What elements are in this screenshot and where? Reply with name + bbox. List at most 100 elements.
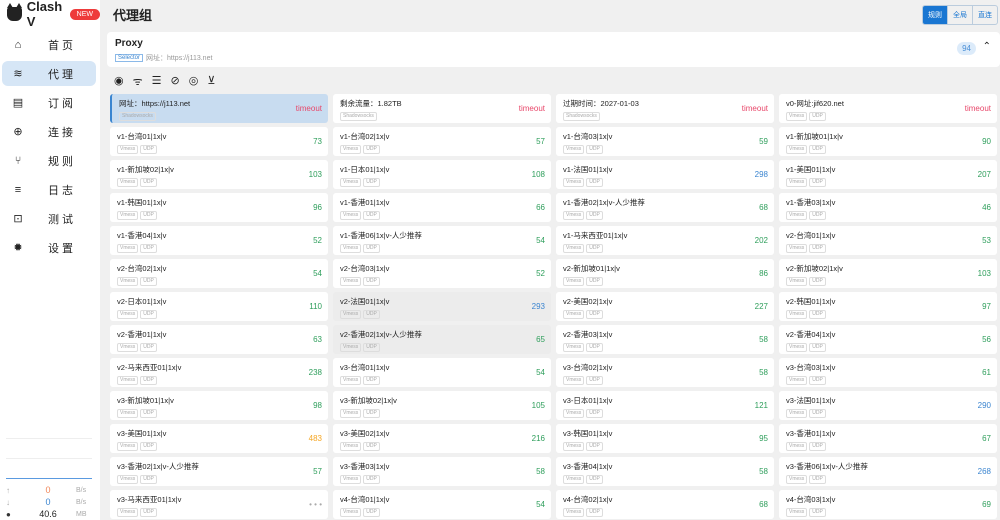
proxy-card[interactable]: v3-香港01|1x|v Vmess UDP 67 xyxy=(779,424,997,453)
proxy-card[interactable]: v1-马来西亚01|1x|v Vmess UDP 202 xyxy=(556,226,774,255)
proxy-delay[interactable]: 97 xyxy=(982,302,991,311)
proxy-card[interactable]: v1-香港06|1x|v-人少推荐 Vmess UDP 54 xyxy=(333,226,551,255)
proxy-card[interactable]: v2-韩国01|1x|v Vmess UDP 97 xyxy=(779,292,997,321)
proxy-delay[interactable]: 53 xyxy=(982,236,991,245)
proxy-delay[interactable]: 52 xyxy=(536,269,545,278)
proxy-card[interactable]: v1-日本01|1x|v Vmess UDP 108 xyxy=(333,160,551,189)
proxy-card[interactable]: v3-香港06|1x|v-人少推荐 Vmess UDP 268 xyxy=(779,457,997,486)
proxy-card[interactable]: v4-台湾02|1x|v Vmess UDP 68 xyxy=(556,490,774,519)
proxy-card[interactable]: v4-台湾01|1x|v Vmess UDP 54 xyxy=(333,490,551,519)
proxy-card[interactable]: v3-新加坡01|1x|v Vmess UDP 98 xyxy=(110,391,328,420)
proxy-delay[interactable]: 61 xyxy=(982,368,991,377)
proxy-delay[interactable]: 90 xyxy=(982,137,991,146)
proxy-delay[interactable]: 268 xyxy=(978,467,991,476)
mode-direct-button[interactable]: 直连 xyxy=(972,6,997,24)
proxy-delay[interactable]: • • • xyxy=(309,500,322,509)
proxy-card[interactable]: v2-美国02|1x|v Vmess UDP 227 xyxy=(556,292,774,321)
proxy-delay[interactable]: 65 xyxy=(536,335,545,344)
proxy-delay[interactable]: timeout xyxy=(742,104,768,113)
proxy-delay[interactable]: 57 xyxy=(313,467,322,476)
no-signal-icon[interactable]: ⊘ xyxy=(171,74,180,89)
proxy-delay[interactable]: 63 xyxy=(313,335,322,344)
proxy-card[interactable]: v3-新加坡02|1x|v Vmess UDP 105 xyxy=(333,391,551,420)
proxy-delay[interactable]: 58 xyxy=(759,368,768,377)
proxy-delay[interactable]: timeout xyxy=(519,104,545,113)
proxy-delay[interactable]: 207 xyxy=(978,170,991,179)
proxy-card[interactable]: v3-台湾02|1x|v Vmess UDP 58 xyxy=(556,358,774,387)
proxy-card[interactable]: v1-新加坡01|1x|v Vmess UDP 90 xyxy=(779,127,997,156)
proxy-card[interactable]: v2-香港01|1x|v Vmess UDP 63 xyxy=(110,325,328,354)
proxy-delay[interactable]: 483 xyxy=(309,434,322,443)
proxy-card[interactable]: v2-新加坡01|1x|v Vmess UDP 86 xyxy=(556,259,774,288)
proxy-card[interactable]: v2-台湾01|1x|v Vmess UDP 53 xyxy=(779,226,997,255)
proxy-card[interactable]: v3-法国01|1x|v Vmess UDP 290 xyxy=(779,391,997,420)
proxy-card[interactable]: v4-台湾03|1x|v Vmess UDP 69 xyxy=(779,490,997,519)
proxy-delay[interactable]: 54 xyxy=(536,236,545,245)
proxy-delay[interactable]: 108 xyxy=(532,170,545,179)
proxy-delay[interactable]: 73 xyxy=(313,137,322,146)
proxy-delay[interactable]: 54 xyxy=(536,500,545,509)
proxy-delay[interactable]: 58 xyxy=(759,335,768,344)
proxy-delay[interactable]: 290 xyxy=(978,401,991,410)
mode-global-button[interactable]: 全局 xyxy=(947,6,972,24)
proxy-delay[interactable]: 110 xyxy=(309,302,322,311)
proxy-card[interactable]: v0-网址:jif620.net Vmess UDP timeout xyxy=(779,94,997,123)
proxy-card[interactable]: v1-香港01|1x|v Vmess UDP 66 xyxy=(333,193,551,222)
proxy-delay[interactable]: 46 xyxy=(982,203,991,212)
eye-icon[interactable]: ◎ xyxy=(189,74,199,89)
sort-icon[interactable]: ☰ xyxy=(152,74,162,89)
proxy-delay[interactable]: 96 xyxy=(313,203,322,212)
sidebar-item-6[interactable]: ⊡ 测试 xyxy=(2,206,96,231)
proxy-delay[interactable]: 98 xyxy=(313,401,322,410)
proxy-card[interactable]: 剩余流量：1.82TB Shadowsocks timeout xyxy=(333,94,551,123)
proxy-card[interactable]: 网址：https://j113.net Shadowsocks timeout xyxy=(110,94,328,123)
proxy-card[interactable]: v1-香港04|1x|v Vmess UDP 52 xyxy=(110,226,328,255)
proxy-delay[interactable]: 66 xyxy=(536,203,545,212)
proxy-delay[interactable]: 58 xyxy=(536,467,545,476)
proxy-delay[interactable]: 86 xyxy=(759,269,768,278)
proxy-card[interactable]: v1-台湾02|1x|v Vmess UDP 57 xyxy=(333,127,551,156)
proxy-delay[interactable]: 54 xyxy=(536,368,545,377)
proxy-card[interactable]: v2-台湾02|1x|v Vmess UDP 54 xyxy=(110,259,328,288)
proxy-delay[interactable]: 202 xyxy=(755,236,768,245)
proxy-delay[interactable]: 56 xyxy=(982,335,991,344)
proxy-delay[interactable]: 57 xyxy=(536,137,545,146)
locate-icon[interactable]: ◉ xyxy=(114,74,124,89)
proxy-delay[interactable]: 105 xyxy=(532,401,545,410)
wifi-check-icon[interactable]: ᯤ xyxy=(133,74,143,89)
proxy-card[interactable]: v3-香港03|1x|v Vmess UDP 58 xyxy=(333,457,551,486)
proxy-card[interactable]: v1-法国01|1x|v Vmess UDP 298 xyxy=(556,160,774,189)
chevron-up-icon[interactable]: ⌃ xyxy=(983,41,991,52)
proxy-delay[interactable]: 59 xyxy=(759,137,768,146)
proxy-card[interactable]: v3-韩国01|1x|v Vmess UDP 95 xyxy=(556,424,774,453)
proxy-delay[interactable]: 238 xyxy=(309,368,322,377)
sidebar-item-5[interactable]: ≡ 日志 xyxy=(2,177,96,202)
mode-rule-button[interactable]: 规则 xyxy=(923,6,947,24)
proxy-card[interactable]: v1-美国01|1x|v Vmess UDP 207 xyxy=(779,160,997,189)
proxy-delay[interactable]: 227 xyxy=(755,302,768,311)
proxy-delay[interactable]: 69 xyxy=(982,500,991,509)
proxy-card[interactable]: v1-香港03|1x|v Vmess UDP 46 xyxy=(779,193,997,222)
proxy-delay[interactable]: 216 xyxy=(532,434,545,443)
proxy-card[interactable]: v3-台湾01|1x|v Vmess UDP 54 xyxy=(333,358,551,387)
filter-off-icon[interactable]: ⊻ xyxy=(207,74,215,89)
proxy-delay[interactable]: timeout xyxy=(296,104,322,113)
proxy-delay[interactable]: 293 xyxy=(532,302,545,311)
proxy-card[interactable]: v2-香港03|1x|v Vmess UDP 58 xyxy=(556,325,774,354)
proxy-delay[interactable]: 298 xyxy=(755,170,768,179)
proxy-card[interactable]: v2-香港02|1x|v-人少推荐 Vmess UDP 65 xyxy=(333,325,551,354)
proxy-delay[interactable]: 103 xyxy=(978,269,991,278)
proxy-delay[interactable]: 68 xyxy=(759,203,768,212)
proxy-delay[interactable]: 121 xyxy=(755,401,768,410)
proxy-group-header[interactable]: Proxy Selector 网址：https://j113.net 94 ⌃ xyxy=(107,32,1000,67)
proxy-card[interactable]: v1-香港02|1x|v-人少推荐 Vmess UDP 68 xyxy=(556,193,774,222)
proxy-delay[interactable]: timeout xyxy=(965,104,991,113)
proxy-delay[interactable]: 68 xyxy=(759,500,768,509)
sidebar-item-0[interactable]: ⌂ 首页 xyxy=(2,32,96,57)
proxy-card[interactable]: v2-香港04|1x|v Vmess UDP 56 xyxy=(779,325,997,354)
sidebar-item-7[interactable]: ✹ 设置 xyxy=(2,235,96,260)
proxy-card[interactable]: v1-台湾03|1x|v Vmess UDP 59 xyxy=(556,127,774,156)
proxy-card[interactable]: v2-台湾03|1x|v Vmess UDP 52 xyxy=(333,259,551,288)
proxy-card[interactable]: v3-马来西亚01|1x|v Vmess UDP • • • xyxy=(110,490,328,519)
proxy-card[interactable]: v3-美国02|1x|v Vmess UDP 216 xyxy=(333,424,551,453)
